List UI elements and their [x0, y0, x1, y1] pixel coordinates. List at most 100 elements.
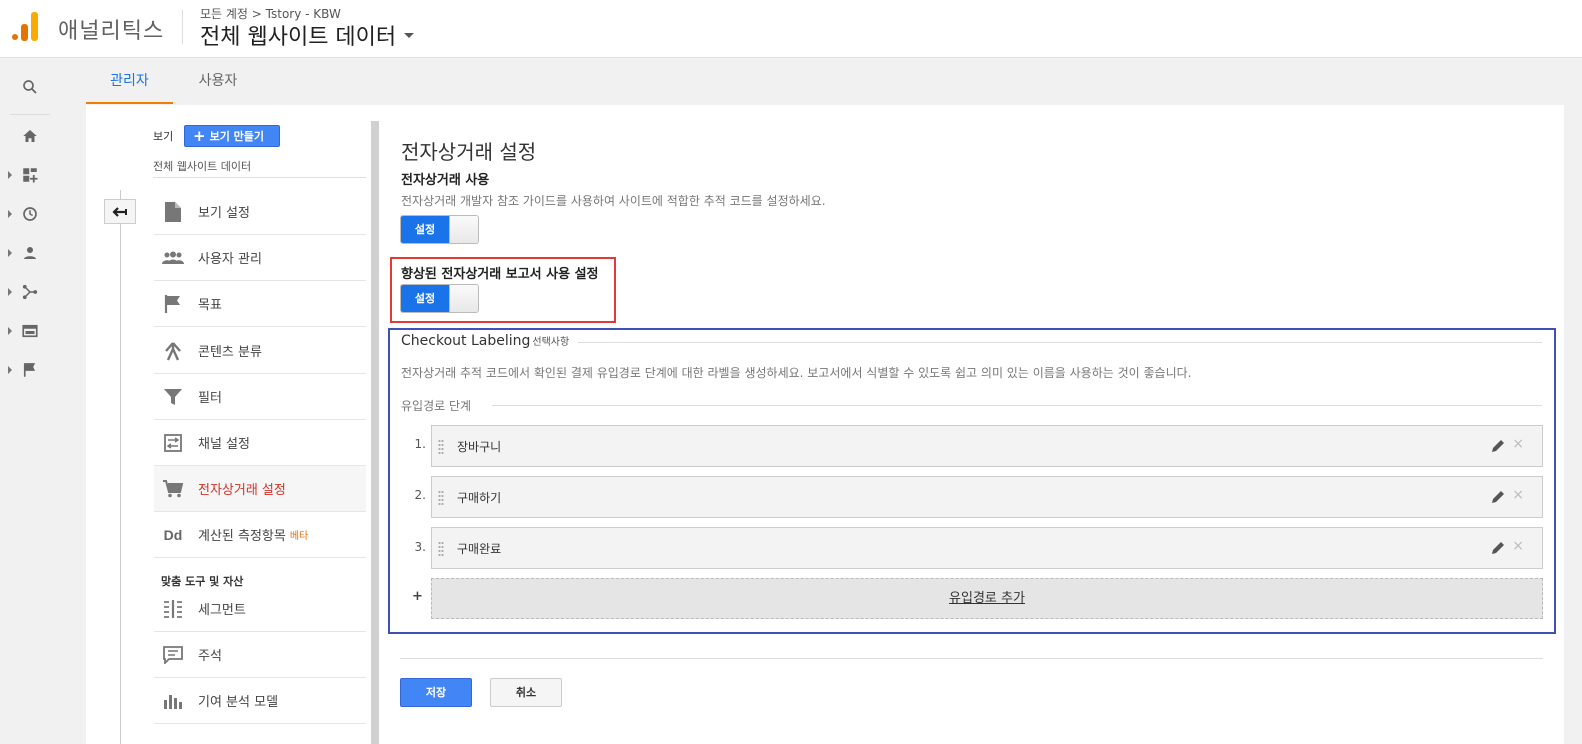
- tools-section-heading: 맞춤 도구 및 자산: [161, 575, 244, 588]
- enhanced-ecommerce-label: 향상된 전자상거래 보고서 사용 설정: [401, 267, 599, 282]
- dd-icon: Dd: [163, 526, 183, 543]
- menu-goals[interactable]: 목표: [154, 281, 366, 327]
- rail-divider: [10, 114, 50, 115]
- menu-segments[interactable]: 세그먼트: [154, 586, 366, 632]
- menu-attribution-models[interactable]: 기여 분석 모델: [154, 678, 366, 724]
- expand-arrow-icon: [8, 288, 12, 296]
- caret-down-icon: [404, 32, 415, 38]
- behavior-icon: [22, 324, 38, 338]
- toggle-knob: [449, 216, 478, 243]
- panel-scrollbar[interactable]: [371, 121, 379, 744]
- remove-icon[interactable]: ×: [1512, 487, 1524, 503]
- menu-label: 필터: [198, 391, 222, 406]
- menu-label: 전자상거래 설정: [198, 483, 286, 498]
- expand-arrow-icon: [8, 249, 12, 257]
- checkout-title-text: Checkout Labeling: [401, 333, 531, 349]
- people-icon: [162, 247, 184, 269]
- remove-icon[interactable]: ×: [1512, 436, 1524, 452]
- funnel-step[interactable]: 구매완료 ×: [431, 527, 1543, 569]
- drag-handle-icon[interactable]: [438, 541, 444, 557]
- view-column-label: 보기: [153, 130, 174, 143]
- edit-pencil-icon[interactable]: [1490, 489, 1506, 505]
- menu-annotations[interactable]: 주석: [154, 632, 366, 678]
- rail-home[interactable]: [0, 118, 60, 154]
- annotation-icon: [162, 644, 184, 666]
- rail-conversions[interactable]: [0, 352, 60, 388]
- collapse-back-button[interactable]: [104, 199, 136, 224]
- menu-label: 주석: [198, 649, 222, 664]
- ecommerce-enable-desc: 전자상거래 개발자 참조 가이드를 사용하여 사이트에 적합한 추적 코드를 설…: [401, 194, 826, 208]
- tab-user[interactable]: 사용자: [174, 58, 262, 104]
- view-name-selector[interactable]: 전체 웹사이트 데이터: [153, 158, 366, 178]
- cart-icon: [162, 478, 184, 500]
- page-title: 전자상거래 설정: [401, 140, 537, 164]
- funnel-step[interactable]: 구매하기 ×: [431, 476, 1543, 518]
- menu-content-grouping[interactable]: 콘텐츠 분류: [154, 328, 366, 374]
- plus-icon: +: [193, 127, 206, 145]
- step-label: 장바구니: [457, 440, 502, 454]
- analytics-logo-icon[interactable]: [10, 10, 40, 42]
- menu-label: 세그먼트: [198, 603, 246, 618]
- checkout-labeling-title: Checkout Labeling 선택사항: [401, 333, 569, 349]
- enhanced-ecommerce-toggle[interactable]: 설정: [400, 284, 479, 313]
- edit-pencil-icon[interactable]: [1490, 540, 1506, 556]
- ecommerce-toggle[interactable]: 설정: [400, 215, 479, 244]
- toggle-knob: [449, 285, 478, 312]
- header-divider: [182, 10, 183, 44]
- brand-name: 애널리틱스: [58, 19, 165, 44]
- edit-pencil-icon[interactable]: [1490, 438, 1506, 454]
- dashboard-icon: [23, 168, 38, 183]
- menu-ecommerce-settings[interactable]: 전자상거래 설정: [154, 466, 366, 512]
- step-label: 구매하기: [457, 491, 502, 505]
- menu-calculated-metrics[interactable]: Dd 계산된 측정항목 베타: [154, 512, 366, 558]
- person-icon: [24, 247, 36, 259]
- menu-label: 목표: [198, 298, 222, 313]
- menu-label: 채널 설정: [198, 437, 250, 452]
- expand-arrow-icon: [8, 366, 12, 374]
- rail-customization[interactable]: [0, 157, 60, 193]
- rail-audience[interactable]: [0, 235, 60, 271]
- menu-channel-settings[interactable]: 채널 설정: [154, 420, 366, 466]
- column-divider: [120, 190, 121, 744]
- menu-filters[interactable]: 필터: [154, 374, 366, 420]
- add-funnel-step-button[interactable]: 유입경로 추가: [431, 578, 1543, 619]
- create-view-label: 보기 만들기: [209, 130, 265, 143]
- search-icon: [23, 80, 37, 94]
- menu-view-settings[interactable]: 보기 설정: [154, 189, 366, 235]
- rail-realtime[interactable]: [0, 196, 60, 232]
- app-header: 애널리틱스 모든 계정 > Tstory - KBW 전체 웹사이트 데이터: [0, 0, 1582, 58]
- rail-acquisition[interactable]: [0, 274, 60, 310]
- filter-icon: [162, 386, 184, 408]
- menu-user-management[interactable]: 사용자 관리: [154, 235, 366, 281]
- rail-search[interactable]: [0, 69, 60, 105]
- home-icon: [23, 130, 37, 142]
- beta-badge: 베타: [289, 531, 309, 542]
- rail-behavior[interactable]: [0, 313, 60, 349]
- toggle-on-label: 설정: [401, 285, 449, 312]
- step-number: 2.: [414, 488, 426, 502]
- create-view-button[interactable]: + 보기 만들기: [184, 125, 280, 147]
- checkout-labeling-desc: 전자상거래 추적 코드에서 확인된 결제 유입경로 단계에 대한 라벨을 생성하…: [401, 366, 1192, 380]
- funnel-step[interactable]: 장바구니 ×: [431, 425, 1543, 467]
- view-selector[interactable]: 전체 웹사이트 데이터: [200, 19, 415, 51]
- view-title: 전체 웹사이트 데이터: [200, 25, 397, 50]
- grouping-icon: [162, 340, 184, 362]
- menu-label: 사용자 관리: [198, 252, 262, 267]
- toggle-on-label: 설정: [401, 216, 449, 243]
- funnel-steps-title: 유입경로 단계: [401, 399, 472, 413]
- document-icon: [162, 201, 184, 223]
- drag-handle-icon[interactable]: [438, 490, 444, 506]
- drag-handle-icon[interactable]: [438, 439, 444, 455]
- menu-label: 계산된 측정항목: [198, 529, 286, 544]
- segment-icon: [162, 598, 184, 620]
- page-scrollbar[interactable]: [1566, 58, 1582, 744]
- expand-arrow-icon: [8, 171, 12, 179]
- save-button[interactable]: 저장: [400, 678, 472, 707]
- remove-icon[interactable]: ×: [1512, 538, 1524, 554]
- menu-label: 보기 설정: [198, 206, 250, 221]
- chart-icon: [162, 690, 184, 712]
- menu-label: 콘텐츠 분류: [198, 345, 262, 360]
- step-number: 1.: [414, 437, 426, 451]
- tab-admin[interactable]: 관리자: [86, 58, 173, 104]
- cancel-button[interactable]: 취소: [490, 678, 562, 707]
